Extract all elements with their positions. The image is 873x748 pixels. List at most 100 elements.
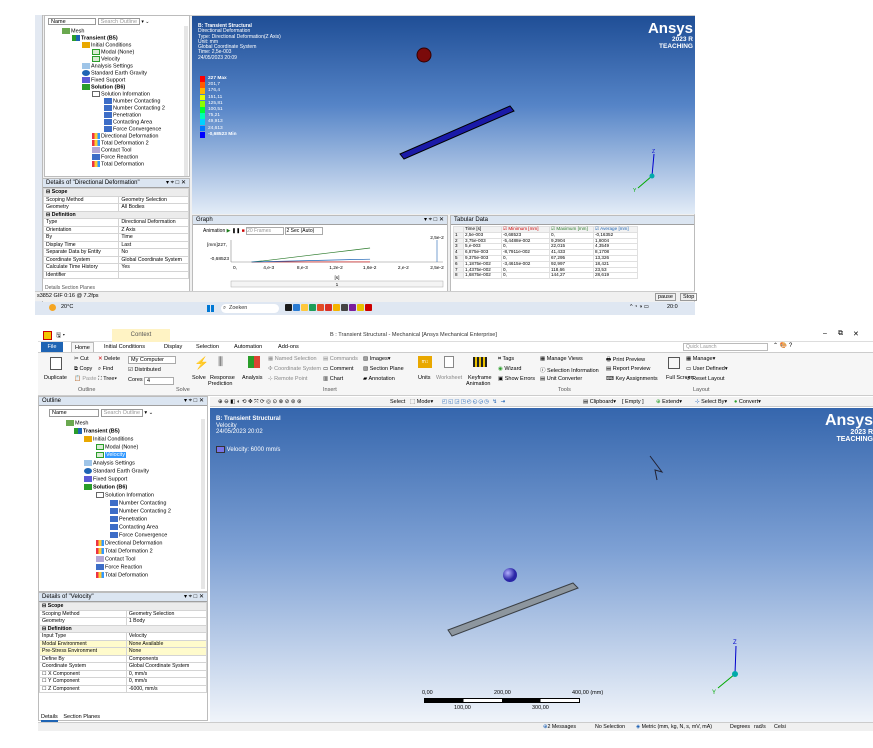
messages-status[interactable]: ⊕2 Messages [543,723,576,732]
select-by-button[interactable]: ⊹ Select By▾ [695,397,727,407]
taskbar-app-icon[interactable] [309,304,316,311]
tree-item[interactable]: Standard Earth Gravity [84,468,149,475]
bottom-details-window-controls[interactable]: ▾ ⌖ □ ✕ [184,593,204,602]
context-tab[interactable]: Context [112,329,170,342]
tree-item[interactable]: Force Convergence [104,126,161,133]
details-row[interactable]: ⊟ Definition [39,624,207,633]
taskbar-app-icon[interactable] [333,304,340,311]
details-row[interactable]: Display Time Last [42,240,189,249]
bottom-search-options-icon[interactable]: ▾ ⌄ [144,410,153,416]
details-row[interactable]: ☐ Y Component 0, mm/s [39,677,208,686]
taskbar-search-box[interactable]: ⌕ Zoeken [221,304,279,313]
details-value[interactable]: No [118,248,189,257]
top-frames-dropdown[interactable]: 20 Frames [246,227,285,235]
details-group-header[interactable]: ⊟ Definition [43,210,189,219]
bottom-outline-window-controls[interactable]: ▾ ⌖ □ ✕ [184,397,204,406]
details-value[interactable] [118,270,189,279]
tree-item[interactable]: Transient (B5) [72,35,118,42]
tree-item[interactable]: Force Reaction [92,154,138,161]
tree-item[interactable]: Velocity [96,452,126,459]
tab-section-planes[interactable]: Section Planes [63,714,100,720]
find-button[interactable]: ⌕ Find [98,366,113,373]
taskbar-app-icon[interactable] [349,304,356,311]
response-prediction-icon[interactable]: ⫼ [218,356,223,369]
maximize-icon[interactable]: ⧉ [838,330,843,338]
tree-item[interactable]: Fixed Support [82,77,125,84]
tab-selection[interactable]: Selection [196,342,219,352]
details-value[interactable]: Last [118,240,189,249]
taskbar-app-icon[interactable] [325,304,332,311]
units-status[interactable]: ◈ Metric (mm, kg, N, s, mV, mA) [636,723,712,732]
select-button[interactable]: Select [390,397,405,407]
distributed-checkbox[interactable]: ☑ Distributed [128,367,161,373]
tree-item[interactable]: Transient (B5) [74,428,120,435]
details-value[interactable]: 1 Body [125,617,208,626]
zoom-tools[interactable]: ⊕ ⊖ ◧ ◐ ⟲ ✥ ⤧ ⟳ ◎ ⊙ ⊗ ⊘ ⊚ ⊛ [218,397,302,407]
details-row[interactable]: Pre-Stress Environment None [39,647,208,656]
celsius-status[interactable]: Celsi [774,723,786,732]
tree-item[interactable]: Penetration [104,112,141,119]
details-row[interactable]: Coordinate System Global Coordinate Syste… [39,662,208,671]
computer-dropdown[interactable]: My Computer [128,356,176,364]
tab-home[interactable]: Home [71,342,94,352]
analysis-button[interactable]: Analysis [242,375,262,381]
bottom-viewport[interactable]: B: Transient Structural Velocity 24/05/202… [210,408,873,722]
tree-item[interactable]: Total Deformation 2 [96,548,153,555]
rad-status[interactable]: rad/s [754,723,766,732]
tab-automation[interactable]: Automation [234,342,262,352]
units-icon[interactable]: m↕ [418,356,432,368]
top-pause-button[interactable]: pause [655,293,676,301]
details-value[interactable]: Z Axis [118,225,189,234]
details-value[interactable]: Geometry Selection [125,609,208,618]
details-row[interactable]: ⊟ Scope [43,188,189,197]
tree-item[interactable]: Solution Information [92,91,150,98]
tree-item[interactable]: Analysis Settings [84,460,135,467]
tree-item[interactable]: Modal (None) [92,49,134,56]
clipboard-button[interactable]: ▤ Clipboard▾ [583,397,616,407]
keyframe-icon[interactable] [473,357,487,367]
top-outline-scrollbar[interactable] [184,26,188,176]
bottom-name-dropdown[interactable]: Name [49,409,99,417]
details-group-header[interactable]: ⊟ Definition [39,624,207,633]
tabular-header[interactable]: ☑ Maximum [mm] [549,226,594,233]
reset-layout-button[interactable]: ↺ Reset Layout [686,376,725,382]
wizard-button[interactable]: ◉ Wizard [498,366,521,372]
annotation-button[interactable]: ▰ Annotation [363,376,395,382]
details-row[interactable]: Geometry All Bodies [42,203,189,212]
user-defined-button[interactable]: ▭ User Defined▾ [686,366,728,372]
details-row[interactable]: Scoping Method Geometry Selection [42,195,189,204]
details-row[interactable]: ☐ Z Component -6000, mm/s [39,684,208,693]
tree-item[interactable]: Total Deformation [92,161,144,168]
file-tab[interactable]: File [41,342,63,352]
details-value[interactable]: Time [118,233,189,242]
report-preview-button[interactable]: ▤ Report Preview [606,366,650,372]
details-row[interactable]: Coordinate System Global Coordinate Syste… [42,255,189,264]
tree-item[interactable]: Initial Conditions [84,436,133,443]
tree-item[interactable]: Directional Deformation [92,133,158,140]
extend-button[interactable]: ⊕ Extend▾ [656,397,682,407]
tab-display[interactable]: Display [164,342,182,352]
top-stop-button[interactable]: Stop [680,293,698,301]
tree-item[interactable]: Total Deformation 2 [92,140,149,147]
taskbar-app-icon[interactable] [357,304,364,311]
details-row[interactable]: Define By Components [39,654,208,663]
solve-button[interactable]: Solve [192,375,206,381]
tree-item[interactable]: Total Deformation [96,572,148,579]
duplicate-button[interactable]: Duplicate [44,375,67,381]
details-group-header[interactable]: ⊟ Scope [39,602,207,611]
details-row[interactable]: Separate Data by Entity No [42,248,189,257]
bottom-search-input[interactable]: Search Outline [100,409,143,417]
details-value[interactable]: None [125,647,208,656]
details-value[interactable]: Global Coordinate System [125,662,208,671]
selection-information-button[interactable]: ⓘ Selection Information [540,366,599,374]
details-value[interactable]: -6000, mm/s [125,684,208,693]
tags-button[interactable]: ⌗ Tags [498,356,514,363]
copy-button[interactable]: ⧉ Copy [74,366,92,373]
details-row[interactable]: Calculate Time History Yes [42,263,189,272]
mode-dropdown[interactable]: ⬚ Mode▾ [410,397,433,407]
solve-icon[interactable]: ⚡ [194,356,209,370]
top-viewport[interactable]: B: Transient Structural Directional Defor… [192,16,695,214]
taskbar-app-icon[interactable] [365,304,372,311]
analysis-icon[interactable] [248,356,260,368]
tree-item[interactable]: Number Contacting 2 [110,508,171,515]
